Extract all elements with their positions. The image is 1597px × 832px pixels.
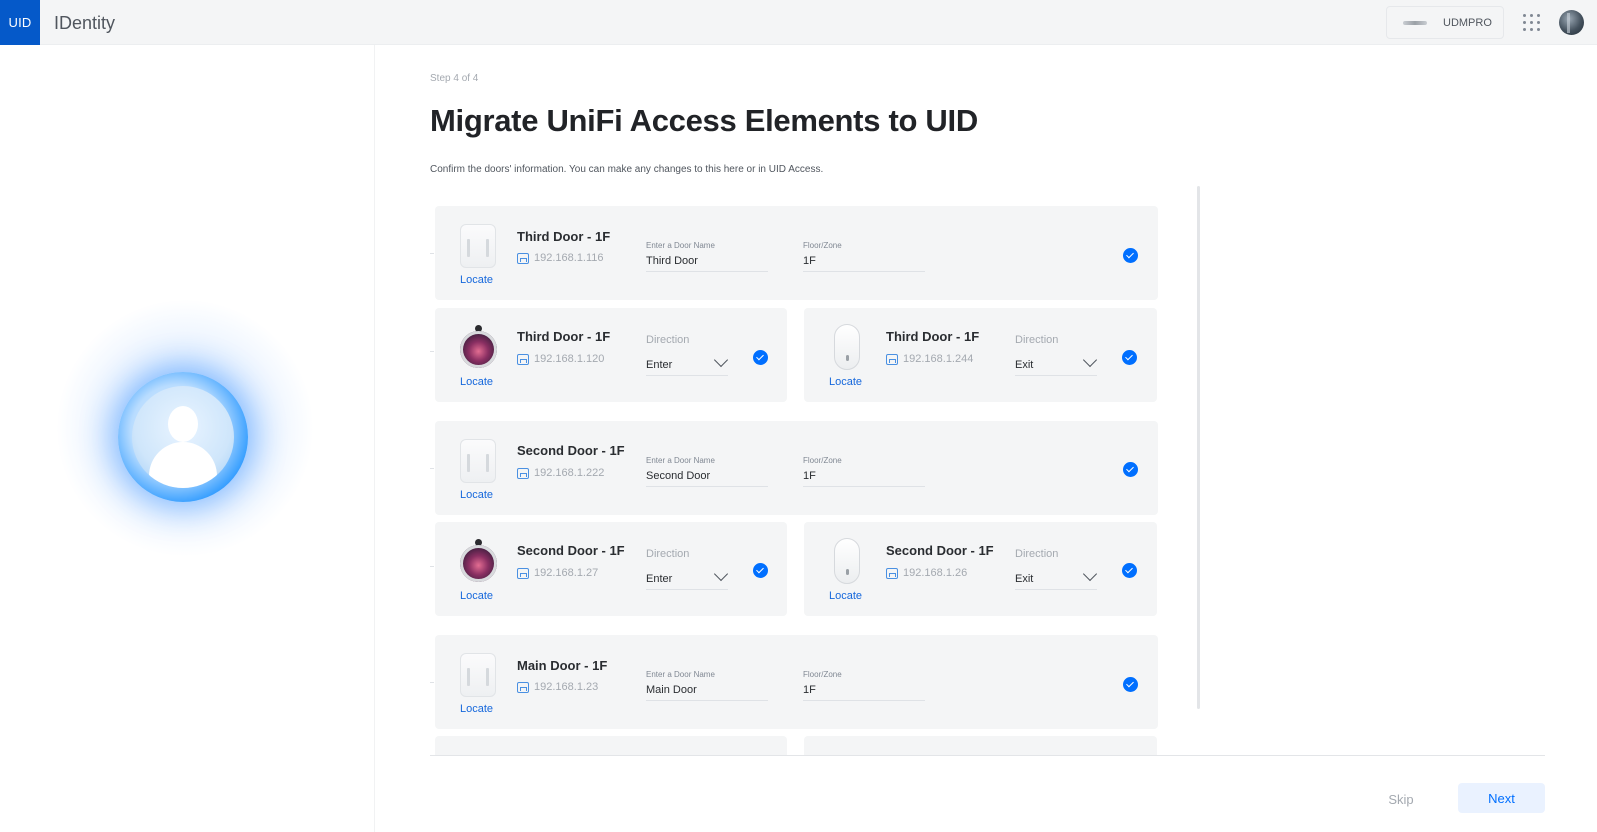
console-selector[interactable]: UDMPRO: [1386, 6, 1504, 39]
reader-card: [435, 736, 787, 756]
door-name-input[interactable]: Second Door: [646, 470, 768, 487]
locate-button[interactable]: Locate: [829, 590, 862, 602]
locate-button[interactable]: Locate: [829, 376, 862, 388]
reader-card: [804, 736, 1157, 756]
step-indicator: Step 4 of 4: [430, 73, 479, 84]
console-name: UDMPRO: [1443, 16, 1492, 29]
device-name: Second Door - 1F: [517, 443, 625, 458]
checkbox-checked-icon[interactable]: [1123, 462, 1138, 477]
floor-zone-label: Floor/Zone: [803, 456, 842, 465]
footer-divider: [430, 755, 1545, 756]
uid-logo[interactable]: UID: [0, 0, 40, 45]
device-ip: 192.168.1.244: [886, 353, 973, 365]
camera-reader-icon: [458, 325, 498, 369]
device-name: Third Door - 1F: [517, 329, 611, 344]
next-button[interactable]: Next: [1458, 783, 1545, 813]
direction-label: Direction: [646, 548, 690, 560]
device-name: Main Door - 1F: [517, 658, 608, 673]
door-name-label: Enter a Door Name: [646, 456, 715, 465]
group-bracket: [430, 253, 434, 352]
network-icon: [517, 681, 529, 693]
device-name: Second Door - 1F: [886, 543, 994, 558]
group-bracket: [430, 682, 434, 756]
page-title: Migrate UniFi Access Elements to UID: [430, 103, 978, 138]
locate-button[interactable]: Locate: [460, 590, 493, 602]
locate-button[interactable]: Locate: [460, 274, 493, 286]
device-ip: 192.168.1.116: [517, 252, 604, 264]
floor-zone-label: Floor/Zone: [803, 670, 842, 679]
locate-button[interactable]: Locate: [460, 703, 493, 715]
device-ip: 192.168.1.222: [517, 467, 604, 479]
camera-reader-icon: [458, 539, 498, 583]
device-name: Third Door - 1F: [886, 329, 980, 344]
device-ip: 192.168.1.27: [517, 567, 598, 579]
pill-reader-icon: [834, 324, 860, 370]
device-name: Second Door - 1F: [517, 543, 625, 558]
group-bracket: [430, 468, 434, 567]
direction-label: Direction: [1015, 548, 1059, 560]
door-list[interactable]: Locate Third Door - 1F 192.168.1.116 Ent…: [430, 185, 1205, 756]
door-hub-card: Locate Second Door - 1F 192.168.1.222 En…: [435, 421, 1158, 515]
locate-button[interactable]: Locate: [460, 376, 493, 388]
device-ip: 192.168.1.23: [517, 681, 598, 693]
network-icon: [886, 567, 898, 579]
floor-zone-label: Floor/Zone: [803, 241, 842, 250]
identity-orb-icon: [118, 372, 248, 502]
network-icon: [886, 353, 898, 365]
device-ip: 192.168.1.120: [517, 353, 604, 365]
console-device-icon: [1403, 20, 1427, 25]
app-name: IDentity: [54, 13, 116, 33]
floor-zone-input[interactable]: 1F: [803, 684, 925, 701]
network-icon: [517, 252, 529, 264]
door-hub-card: Locate Main Door - 1F 192.168.1.23 Enter…: [435, 635, 1158, 729]
checkbox-checked-icon[interactable]: [1123, 677, 1138, 692]
network-icon: [517, 567, 529, 579]
door-name-label: Enter a Door Name: [646, 241, 715, 250]
checkbox-checked-icon[interactable]: [753, 563, 768, 578]
list-scrollbar[interactable]: [1197, 186, 1200, 709]
hub-device-icon: [460, 439, 496, 483]
skip-button[interactable]: Skip: [1376, 784, 1426, 814]
door-hub-card: Locate Third Door - 1F 192.168.1.116 Ent…: [435, 206, 1158, 300]
hub-device-icon: [460, 653, 496, 697]
pill-reader-icon: [834, 538, 860, 584]
floor-zone-input[interactable]: 1F: [803, 255, 925, 272]
hub-device-icon: [460, 224, 496, 268]
checkbox-checked-icon[interactable]: [1122, 350, 1137, 365]
door-name-input[interactable]: Main Door: [646, 684, 768, 701]
page-description: Confirm the doors' information. You can …: [430, 164, 824, 175]
reader-card: Locate Third Door - 1F 192.168.1.120 Dir…: [435, 308, 787, 402]
floor-zone-input[interactable]: 1F: [803, 470, 925, 487]
avatar[interactable]: [1559, 10, 1584, 35]
top-bar: UID IDentity UDMPRO: [0, 0, 1597, 45]
direction-label: Direction: [1015, 334, 1059, 346]
checkbox-checked-icon[interactable]: [1123, 248, 1138, 263]
device-name: Third Door - 1F: [517, 229, 611, 244]
reader-card: Locate Third Door - 1F 192.168.1.244 Dir…: [804, 308, 1157, 402]
door-name-label: Enter a Door Name: [646, 670, 715, 679]
network-icon: [517, 467, 529, 479]
device-ip: 192.168.1.26: [886, 567, 967, 579]
checkbox-checked-icon[interactable]: [753, 350, 768, 365]
app-grid-icon[interactable]: [1523, 14, 1540, 31]
reader-card: Locate Second Door - 1F 192.168.1.26 Dir…: [804, 522, 1157, 616]
locate-button[interactable]: Locate: [460, 489, 493, 501]
network-icon: [517, 353, 529, 365]
direction-label: Direction: [646, 334, 690, 346]
door-name-input[interactable]: Third Door: [646, 255, 768, 272]
reader-card: Locate Second Door - 1F 192.168.1.27 Dir…: [435, 522, 787, 616]
checkbox-checked-icon[interactable]: [1122, 563, 1137, 578]
